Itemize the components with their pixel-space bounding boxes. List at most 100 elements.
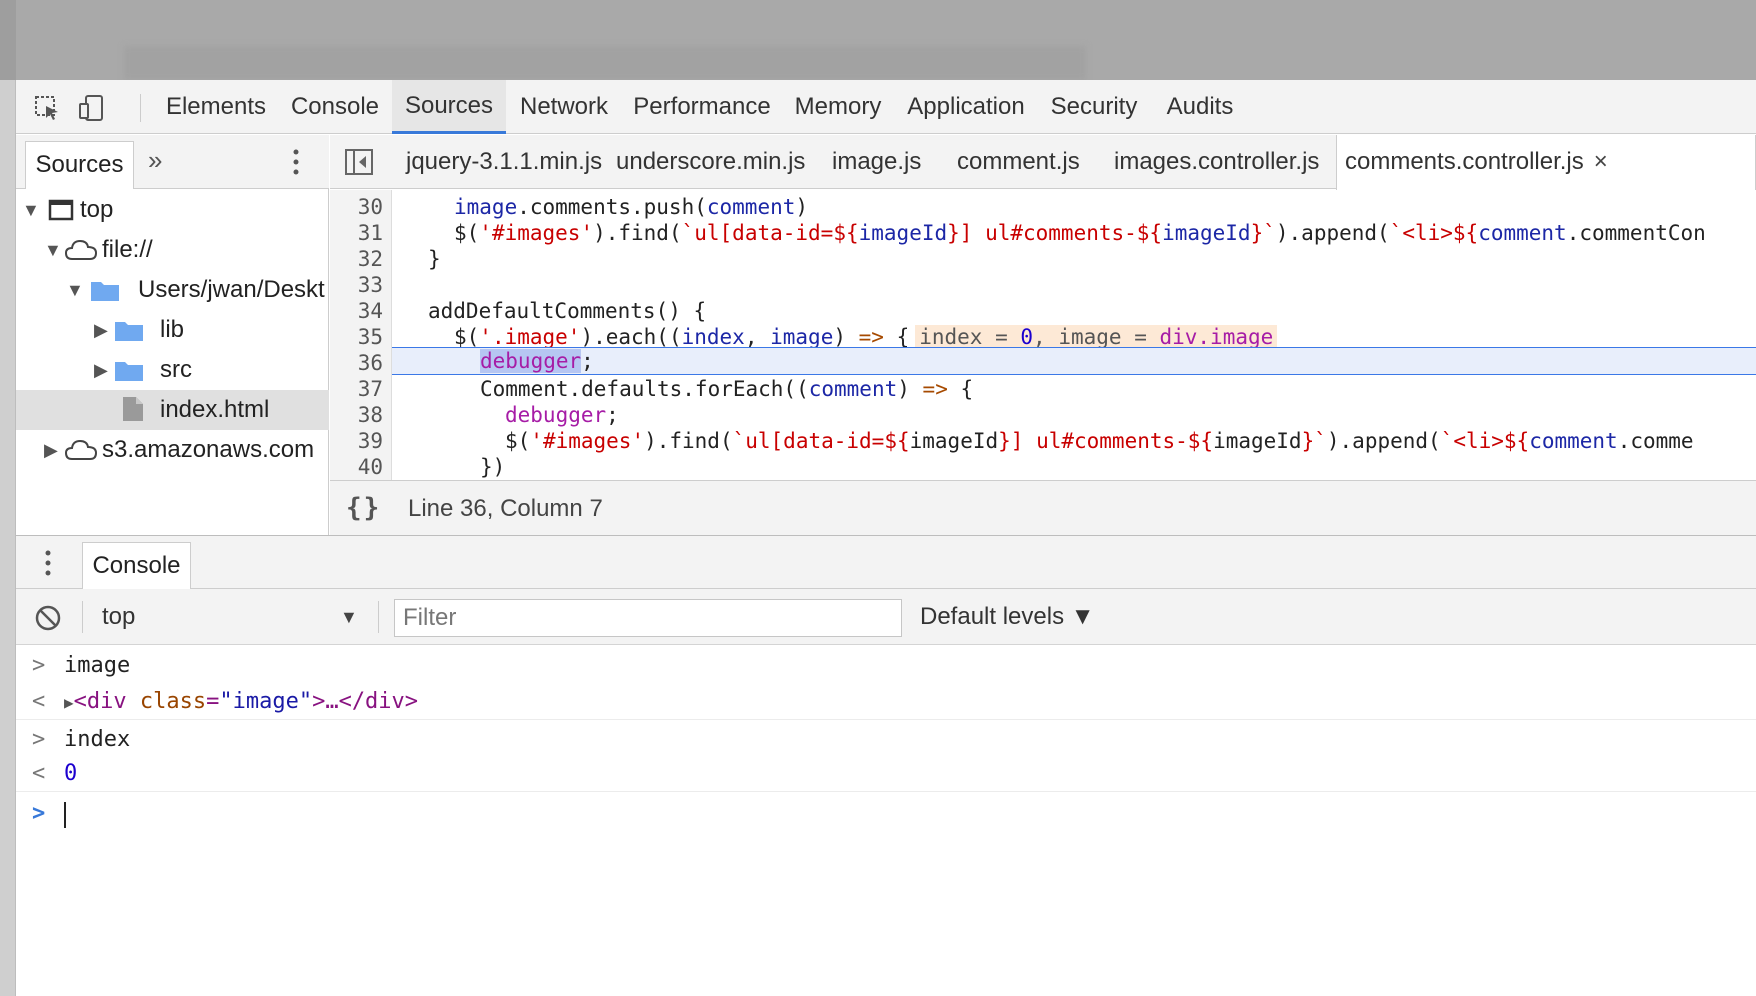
tree-item-users-folder[interactable]: ▼ Users/jwan/Deskt (16, 270, 329, 310)
output-prompt-icon: < (32, 689, 46, 714)
console-drawer: Console top ▼ Default levels ▼ > image <… (16, 535, 1756, 996)
tab-network[interactable]: Network (506, 80, 622, 134)
console-input-entry: > image (16, 648, 1756, 684)
code-line-34: addDefaultComments() { (428, 299, 707, 323)
line-number[interactable]: 31 (333, 220, 383, 246)
line-number[interactable]: 36 (333, 350, 383, 376)
line-number[interactable]: 30 (333, 194, 383, 220)
tab-security[interactable]: Security (1038, 80, 1150, 134)
folder-icon (115, 322, 143, 341)
tab-sources[interactable]: Sources (392, 80, 506, 134)
drawer-tab-console[interactable]: Console (82, 542, 191, 590)
inspect-element-icon[interactable] (34, 95, 60, 121)
line-number[interactable]: 38 (333, 402, 383, 428)
clear-console-icon[interactable] (34, 604, 62, 632)
line-number[interactable]: 32 (333, 246, 383, 272)
navigator-tab-sources[interactable]: Sources (25, 141, 134, 189)
active-prompt-icon: > (32, 801, 46, 826)
console-entry-text: index (64, 727, 131, 752)
line-number[interactable]: 40 (333, 454, 383, 480)
expand-node-icon[interactable]: ▶ (64, 693, 74, 712)
input-prompt-icon: > (32, 727, 46, 752)
folder-icon (91, 282, 119, 301)
line-number[interactable]: 37 (333, 376, 383, 402)
drawer-menu-icon[interactable] (44, 548, 52, 578)
code-area[interactable]: 30 31 32 33 34 35 36 37 38 39 40 image.c… (330, 190, 1756, 480)
navigator-menu-icon[interactable] (292, 147, 300, 177)
line-number[interactable]: 35 (333, 324, 383, 350)
tab-application[interactable]: Application (894, 80, 1038, 134)
console-output-entry: < ▶<div class="image">…</div> (16, 684, 1756, 720)
tab-performance[interactable]: Performance (622, 80, 782, 134)
tab-audits[interactable]: Audits (1150, 80, 1250, 134)
cursor-position: Line 36, Column 7 (408, 495, 603, 522)
source-editor: jquery-3.1.1.min.js underscore.min.js im… (330, 135, 1756, 535)
log-levels-dropdown[interactable]: Default levels ▼ (920, 589, 1095, 645)
file-tab-comment-js[interactable]: comment.js (957, 135, 1080, 189)
toolbar-separator (378, 601, 379, 633)
expand-triangle-icon[interactable]: ▶ (94, 310, 108, 350)
tree-item-label: src (160, 356, 192, 383)
code-line-40: }) (480, 455, 506, 479)
tab-memory[interactable]: Memory (782, 80, 894, 134)
expand-triangle-icon[interactable]: ▶ (94, 350, 108, 390)
file-tab-comments-controller[interactable]: comments.controller.js × (1336, 135, 1756, 190)
tree-item-label: top (80, 196, 114, 223)
toolbar-separator (82, 601, 83, 633)
tree-item-label: file:// (102, 236, 153, 263)
console-filter-input[interactable] (394, 599, 902, 637)
tree-item-label: index.html (160, 396, 270, 423)
tab-elements[interactable]: Elements (154, 80, 278, 134)
tree-item-label: lib (160, 316, 185, 343)
frame-icon (48, 199, 74, 221)
sources-navigator: Sources » ▼ top ▼ file:// ▼ Users/jwan/D… (16, 135, 329, 535)
line-number[interactable]: 39 (333, 428, 383, 454)
expand-triangle-icon[interactable]: ▼ (22, 190, 40, 230)
line-number[interactable]: 34 (333, 298, 383, 324)
console-output-entry: < 0 (16, 756, 1756, 792)
execution-line-36: debugger; (392, 347, 1756, 375)
file-tab-images-controller[interactable]: images.controller.js (1114, 135, 1319, 189)
file-tab-image-js[interactable]: image.js (832, 135, 921, 189)
more-tabs-button[interactable]: » (148, 145, 162, 176)
output-prompt-icon: < (32, 761, 46, 786)
toolbar-separator (140, 94, 141, 122)
tree-item-index-html[interactable]: index.html (16, 390, 329, 430)
tree-item-top[interactable]: ▼ top (16, 190, 329, 230)
navigator-header: Sources » (16, 135, 329, 189)
expand-triangle-icon[interactable]: ▼ (66, 270, 84, 310)
dom-node-preview[interactable]: ▶<div class="image">…</div> (64, 684, 418, 721)
tree-item-file-origin[interactable]: ▼ file:// (16, 230, 329, 270)
toggle-navigator-icon[interactable] (344, 148, 374, 176)
console-prompt-line[interactable]: > (16, 796, 1756, 836)
inspected-page-area (16, 0, 1756, 80)
console-entry-value: 0 (64, 761, 78, 786)
expand-triangle-icon[interactable]: ▶ (44, 430, 58, 470)
file-tab-underscore[interactable]: underscore.min.js (616, 135, 805, 189)
line-number[interactable]: 33 (333, 272, 383, 298)
cloud-icon (64, 239, 98, 260)
folder-icon (115, 362, 143, 381)
file-tab-jquery[interactable]: jquery-3.1.1.min.js (406, 135, 602, 189)
input-prompt-icon: > (32, 653, 46, 678)
code-line-30: image.comments.push(comment) (454, 195, 809, 219)
close-tab-icon[interactable]: × (1594, 148, 1608, 175)
code-line-38: debugger; (505, 403, 619, 427)
device-toolbar-icon[interactable] (78, 95, 104, 121)
tree-item-s3-origin[interactable]: ▶ s3.amazonaws.com (16, 430, 329, 470)
code-line-32: } (428, 247, 441, 271)
code-line-39: $('#images').find(`ul[data-id=${imageId}… (505, 429, 1694, 453)
tree-item-lib[interactable]: ▶ lib (16, 310, 329, 350)
window-edge (0, 0, 16, 996)
tree-item-src[interactable]: ▶ src (16, 350, 329, 390)
pretty-print-icon[interactable]: {} (346, 493, 381, 523)
expand-triangle-icon[interactable]: ▼ (44, 230, 62, 270)
dropdown-arrow-icon[interactable]: ▼ (340, 589, 358, 645)
tree-item-label: Users/jwan/Deskt (138, 276, 325, 303)
code-line-37: Comment.defaults.forEach((comment) => { (480, 377, 974, 401)
editor-tabbar: jquery-3.1.1.min.js underscore.min.js im… (330, 135, 1756, 190)
file-tab-label: comments.controller.js (1345, 148, 1584, 175)
line-gutter: 30 31 32 33 34 35 36 37 38 39 40 (330, 190, 392, 480)
code-line-31: $('#images').find(`ul[data-id=${imageId}… (454, 221, 1706, 245)
tab-console[interactable]: Console (278, 80, 392, 134)
